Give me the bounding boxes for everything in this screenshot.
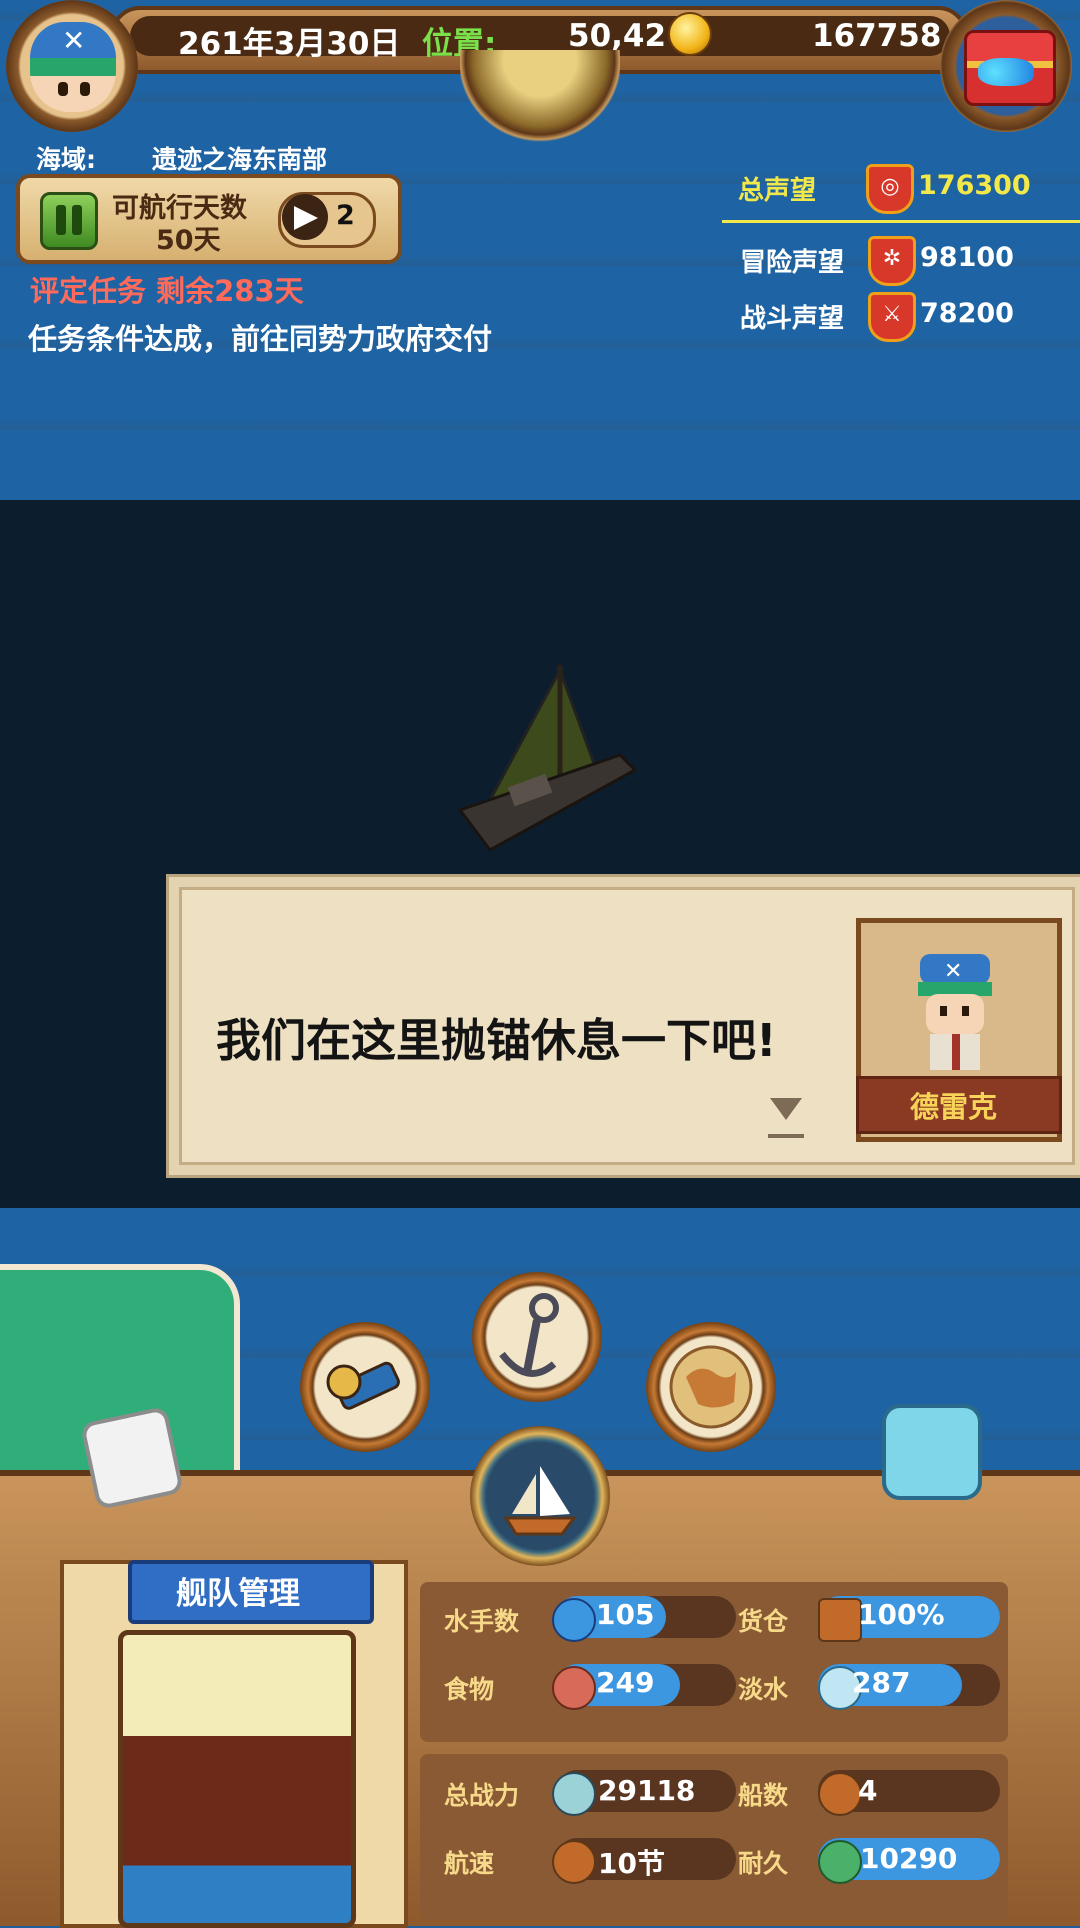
battle-reputation-label: 战斗声望 xyxy=(740,304,845,334)
fleet-ships-icon xyxy=(818,1772,862,1816)
reputation-divider xyxy=(722,220,1080,223)
ship-icon xyxy=(503,1466,577,1536)
world-map-button[interactable] xyxy=(646,1322,776,1452)
white-ghost-mascot-icon xyxy=(79,1405,185,1511)
cargo-label: 货仓 xyxy=(738,1607,789,1636)
durability-value: 10290 xyxy=(860,1842,958,1875)
position-value: 50,42 xyxy=(568,18,667,54)
dialog-text: 我们在这里抛锚休息一下吧! xyxy=(216,1014,777,1067)
ships-label: 船数 xyxy=(738,1781,789,1810)
speed-value: 10节 xyxy=(598,1847,665,1880)
adventure-reputation-value: 98100 xyxy=(920,242,1014,273)
speed-label: 航速 xyxy=(444,1849,495,1878)
world-map-icon xyxy=(669,1345,753,1429)
treasure-gems xyxy=(978,58,1034,86)
anchor-button[interactable] xyxy=(472,1272,602,1402)
anchor-icon xyxy=(499,1293,559,1377)
cargo-value: 100% xyxy=(858,1598,945,1631)
adventure-reputation-icon: ✲ xyxy=(868,236,916,286)
sail-button[interactable] xyxy=(470,1426,610,1566)
pause-button[interactable] xyxy=(40,192,98,250)
blue-cat-mascot-icon xyxy=(882,1404,982,1500)
avatar-icon[interactable]: ✕ xyxy=(30,22,116,112)
fleet-title: 舰队管理 xyxy=(176,1576,300,1612)
power-value: 29118 xyxy=(598,1774,696,1807)
speed-multiplier: 2 xyxy=(336,200,355,231)
speaker-avatar-icon: ✕ xyxy=(918,954,992,1070)
fleet-ship-picture[interactable] xyxy=(118,1630,356,1928)
spyglass-button[interactable] xyxy=(300,1322,430,1452)
dialog-continue-icon[interactable] xyxy=(770,1098,802,1120)
battle-reputation-value: 78200 xyxy=(920,298,1014,329)
game-date: 261年3月30日 xyxy=(178,26,401,62)
battle-reputation-icon: ⚔ xyxy=(868,292,916,342)
speaker-name: 德雷克 xyxy=(910,1090,998,1124)
region-value: 遗迹之海东南部 xyxy=(152,145,328,174)
cargo-crate-icon xyxy=(818,1598,862,1642)
food-value: 249 xyxy=(596,1666,655,1699)
speed-arrow-glyph xyxy=(294,206,318,230)
player-ship-icon[interactable] xyxy=(450,660,640,860)
task-description[interactable]: 任务条件达成，前往同势力政府交付 xyxy=(28,316,492,358)
total-reputation-value: 176300 xyxy=(918,170,1031,201)
total-reputation-label: 总声望 xyxy=(738,176,817,206)
ships-value: 4 xyxy=(858,1774,878,1807)
sailboat-icon xyxy=(552,1840,596,1884)
sailors-label: 水手数 xyxy=(444,1607,520,1636)
sail-days-value: 50天 xyxy=(156,225,221,256)
food-label: 食物 xyxy=(444,1675,495,1704)
hull-icon xyxy=(818,1840,862,1884)
crossed-swords-icon xyxy=(552,1772,596,1816)
water-value: 287 xyxy=(852,1666,911,1699)
power-label: 总战力 xyxy=(444,1781,520,1810)
durability-label: 耐久 xyxy=(738,1849,789,1878)
sailor-icon xyxy=(552,1598,596,1642)
task-title[interactable]: 评定任务 剩余283天 xyxy=(30,268,304,310)
sailors-value: 105 xyxy=(596,1598,655,1631)
dialog-continue-underline xyxy=(768,1134,804,1138)
svg-text:✕: ✕ xyxy=(944,959,962,984)
gold-amount: 167758 xyxy=(812,18,942,54)
water-label: 淡水 xyxy=(738,1675,789,1704)
meat-icon xyxy=(552,1666,596,1710)
spyglass-icon xyxy=(326,1361,400,1410)
adventure-reputation-label: 冒险声望 xyxy=(740,248,845,278)
pause-icon xyxy=(56,205,66,235)
coin-icon xyxy=(668,12,712,56)
total-reputation-icon: ◎ xyxy=(866,164,914,214)
region-label: 海域: xyxy=(36,145,96,174)
